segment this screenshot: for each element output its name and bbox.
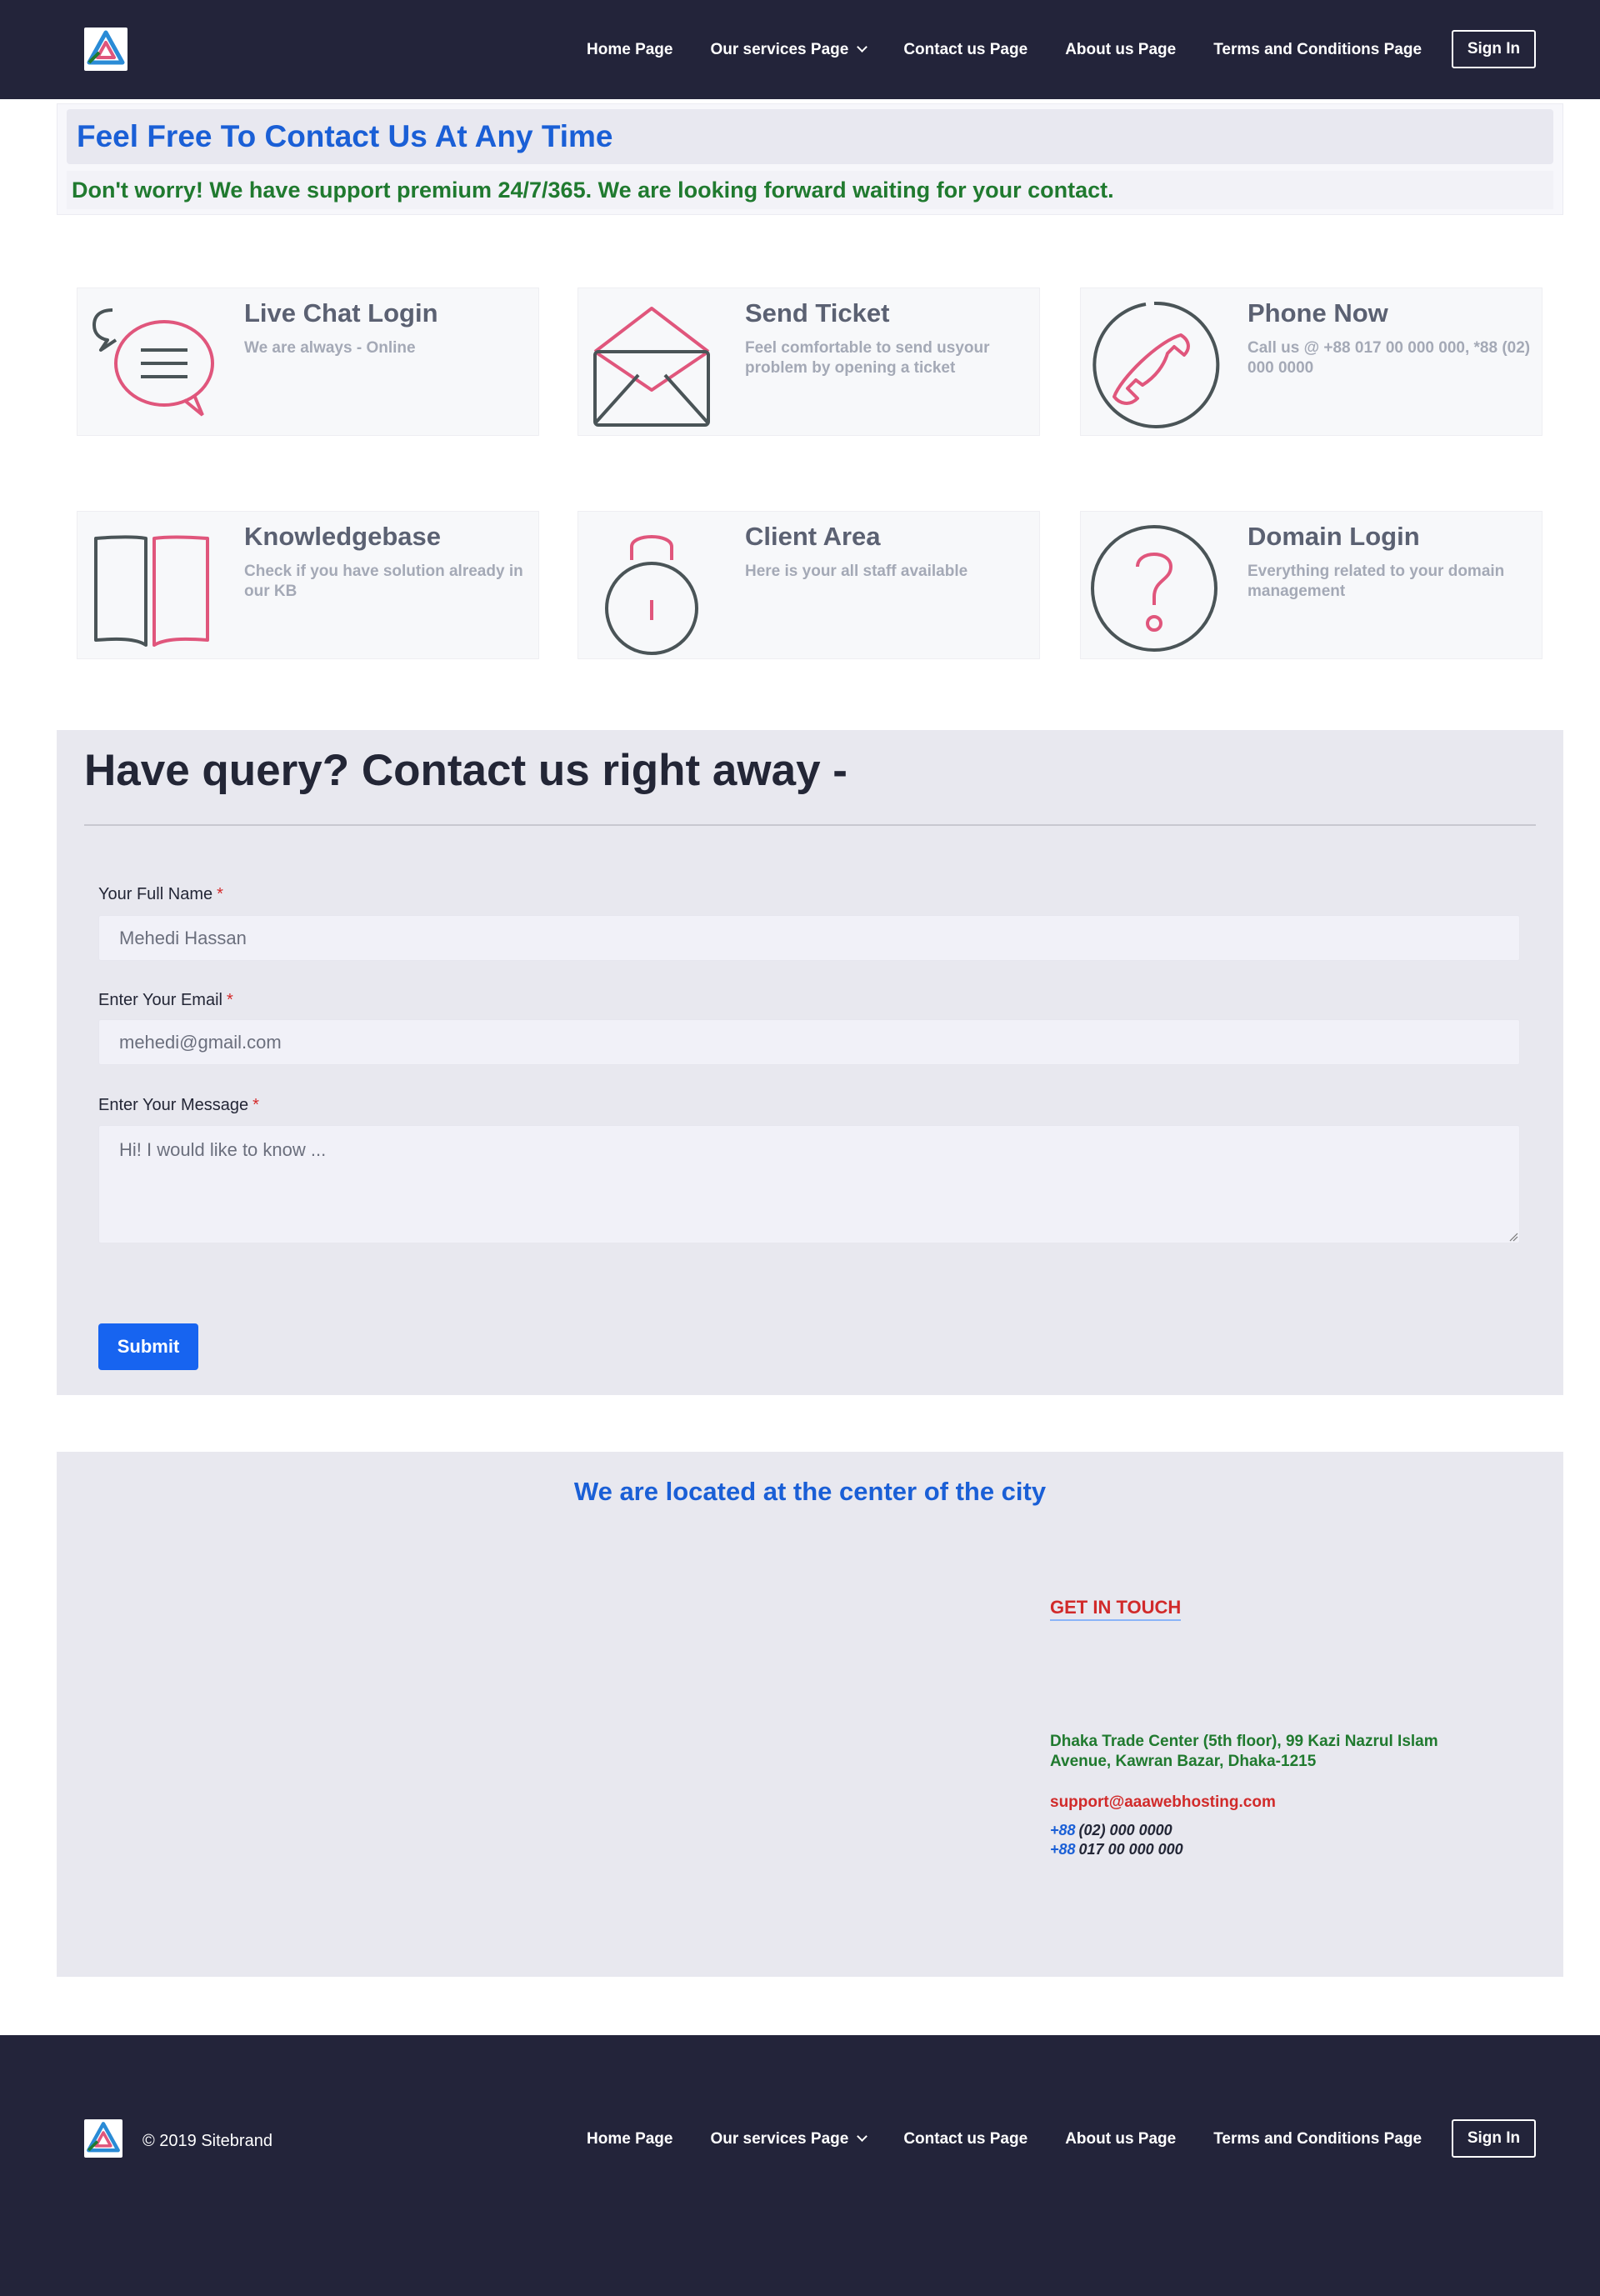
card-live-chat[interactable]: Live Chat Login We are always - Online (77, 288, 539, 436)
card-desc: Call us @ +88 017 00 000 000, *88 (02) 0… (1248, 339, 1531, 377)
footer-signin-button[interactable]: Sign In (1452, 2119, 1536, 2158)
footer-nav-about[interactable]: About us Page (1065, 2130, 1176, 2148)
message-textarea[interactable] (98, 1125, 1520, 1243)
book-icon (94, 535, 209, 647)
phone-line[interactable]: +88 (02) 000 0000 (1050, 1822, 1172, 1839)
map-area[interactable] (90, 1543, 1007, 1943)
contact-form-section: Have query? Contact us right away - Your… (57, 730, 1563, 1395)
footer-nav-terms[interactable]: Terms and Conditions Page (1213, 2130, 1422, 2148)
sitebrand-logo-icon[interactable] (84, 2119, 122, 2158)
hero-banner: Feel Free To Contact Us At Any Time Don'… (57, 103, 1563, 215)
location-section: We are located at the center of the city… (57, 1452, 1563, 1977)
nav-terms[interactable]: Terms and Conditions Page (1213, 41, 1422, 59)
phone-icon (1092, 301, 1220, 428)
main-nav: Home Page Our services Page Contact us P… (587, 0, 1422, 99)
hero-title: Feel Free To Contact Us At Any Time (67, 109, 1553, 164)
footer-nav: Home Page Our services Page Contact us P… (587, 2089, 1422, 2188)
chevron-down-icon (857, 42, 868, 53)
footer-nav-contact[interactable]: Contact us Page (903, 2130, 1028, 2148)
form-heading: Have query? Contact us right away - (84, 746, 848, 795)
envelope-icon (593, 307, 710, 427)
card-desc: Everything related to your domain manage… (1248, 563, 1505, 600)
nav-about[interactable]: About us Page (1065, 41, 1176, 59)
card-client-area[interactable]: Client Area Here is your all staff avail… (578, 511, 1040, 659)
required-mark: * (226, 991, 233, 1009)
card-phone-now[interactable]: Phone Now Call us @ +88 017 00 000 000, … (1080, 288, 1542, 436)
message-label: Enter Your Message * (98, 1096, 259, 1114)
card-title: Phone Now (1248, 298, 1388, 328)
location-title: We are located at the center of the city (573, 1477, 1047, 1506)
phone-number: (02) 000 0000 (1078, 1822, 1172, 1838)
name-label: Your Full Name * (98, 885, 223, 903)
address-text: Dhaka Trade Center (5th floor), 99 Kazi … (1050, 1733, 1438, 1770)
card-desc: We are always - Online (244, 339, 416, 357)
padlock-icon (605, 535, 698, 655)
hero-subtitle: Don't worry! We have support premium 24/… (67, 171, 1553, 209)
card-title: Knowledgebase (244, 522, 441, 551)
footer-nav-services-dropdown[interactable]: Our services Page (710, 2130, 868, 2148)
submit-button[interactable]: Submit (98, 1323, 198, 1370)
nav-contact[interactable]: Contact us Page (903, 41, 1028, 59)
card-knowledgebase[interactable]: Knowledgebase Check if you have solution… (77, 511, 539, 659)
nav-home[interactable]: Home Page (587, 41, 672, 59)
footer: © 2019 Sitebrand Home Page Our services … (0, 2035, 1600, 2296)
get-in-touch-heading: GET IN TOUCH (1050, 1597, 1182, 1621)
card-title: Domain Login (1248, 522, 1420, 551)
card-title: Live Chat Login (244, 298, 438, 328)
card-title: Client Area (745, 522, 881, 551)
card-title: Send Ticket (745, 298, 890, 328)
signin-button[interactable]: Sign In (1452, 30, 1536, 68)
card-desc: Check if you have solution already in ou… (244, 563, 523, 600)
chat-bubbles-icon (92, 308, 214, 417)
card-desc: Here is your all staff available (745, 563, 968, 580)
footer-nav-home[interactable]: Home Page (587, 2130, 672, 2148)
copyright-text: © 2019 Sitebrand (142, 2132, 272, 2150)
phone-line[interactable]: +88 017 00 000 000 (1050, 1841, 1183, 1858)
required-mark: * (217, 885, 223, 903)
card-desc: Feel comfortable to send usyour problem … (745, 339, 990, 377)
card-domain-login[interactable]: Domain Login Everything related to your … (1080, 511, 1542, 659)
sitebrand-logo-icon[interactable] (84, 28, 128, 71)
email-label: Enter Your Email * (98, 991, 233, 1009)
full-name-input[interactable] (98, 915, 1520, 961)
question-circle-icon (1091, 525, 1218, 652)
email-input[interactable] (98, 1019, 1520, 1065)
phone-code: +88 (1050, 1841, 1076, 1858)
phone-number: 017 00 000 000 (1078, 1841, 1183, 1858)
resize-grip-icon[interactable] (1508, 1232, 1518, 1242)
top-navbar: Home Page Our services Page Contact us P… (0, 0, 1600, 99)
support-email-link[interactable]: support@aaawebhosting.com (1050, 1793, 1276, 1812)
chevron-down-icon (857, 2131, 868, 2142)
phone-code: +88 (1050, 1822, 1076, 1838)
card-send-ticket[interactable]: Send Ticket Feel comfortable to send usy… (578, 288, 1040, 436)
nav-services-dropdown[interactable]: Our services Page (710, 41, 868, 59)
divider (84, 824, 1536, 826)
required-mark: * (252, 1096, 259, 1114)
